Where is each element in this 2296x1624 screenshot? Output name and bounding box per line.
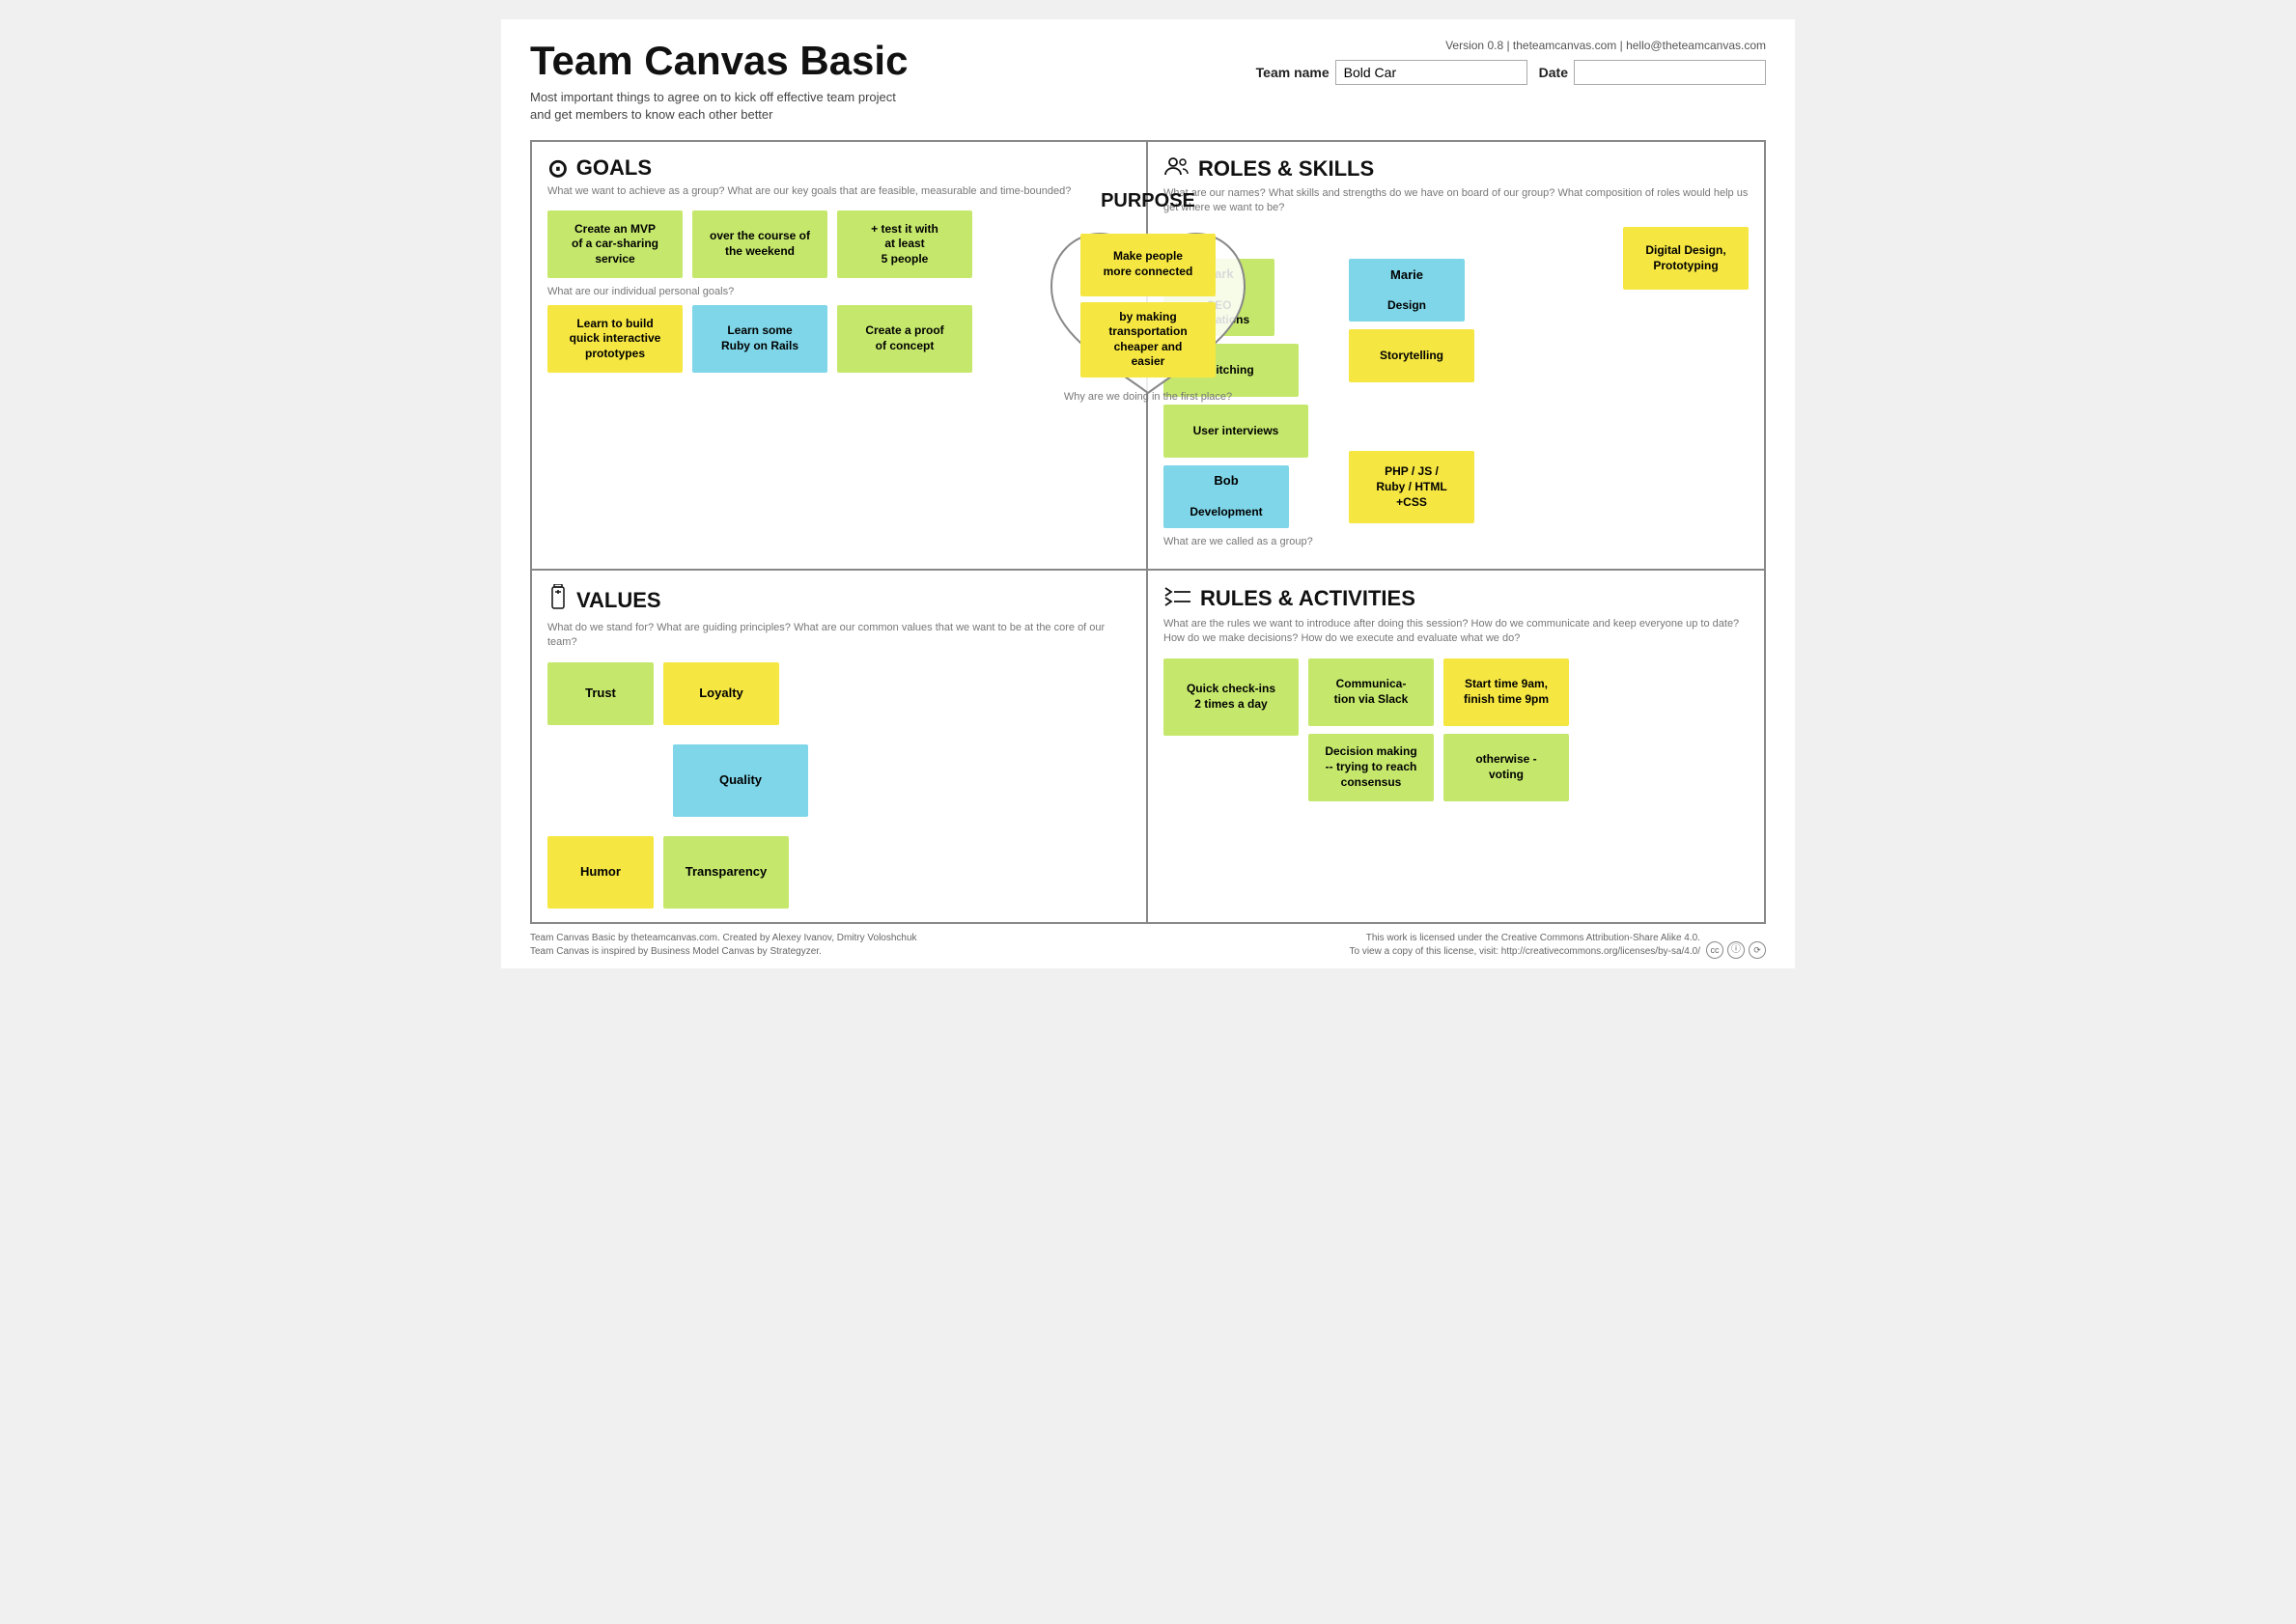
rules-description: What are the rules we want to introduce … [1163,617,1749,647]
goals-section: ⊙ GOALS What we want to achieve as a gro… [532,142,1148,571]
footer-left-line2: Team Canvas is inspired by Business Mode… [530,945,917,959]
roles-description: What are our names? What skills and stre… [1163,186,1749,216]
date-label: Date [1539,65,1568,80]
roles-title: ROLES & SKILLS [1163,155,1749,182]
values-section: VALUES What do we stand for? What are gu… [532,571,1148,922]
goal-note-2: over the course ofthe weekend [692,210,827,278]
value-humor: Humor [547,836,654,909]
value-quality: Quality [673,744,808,817]
skill-php: PHP / JS /Ruby / HTML+CSS [1349,451,1474,523]
footer-right-text: This work is licensed under the Creative… [1350,932,1701,959]
page: Team Canvas Basic Most important things … [501,19,1795,968]
date-group: Date [1539,60,1766,85]
rule-decision: Decision making-- trying to reachconsens… [1308,734,1434,801]
footer-left-line1: Team Canvas Basic by theteamcanvas.com. … [530,932,917,945]
header: Team Canvas Basic Most important things … [530,39,1766,125]
rule-communication: Communica-tion via Slack [1308,658,1434,726]
share-icon: ⟳ [1749,941,1766,959]
skill-user-interviews: User interviews [1163,405,1308,458]
footer: Team Canvas Basic by theteamcanvas.com. … [530,932,1766,959]
value-transparency: Transparency [663,836,789,909]
footer-right: This work is licensed under the Creative… [1350,932,1767,959]
canvas: ⊙ GOALS What we want to achieve as a gro… [530,140,1766,924]
date-input[interactable] [1574,60,1766,85]
individual-goal-3: Create a proofof concept [837,305,972,373]
individual-goal-1: Learn to buildquick interactiveprototype… [547,305,683,373]
individual-goals-row: Learn to buildquick interactiveprototype… [547,305,1131,373]
value-loyalty: Loyalty [663,662,779,725]
page-title: Team Canvas Basic [530,39,908,83]
skill-storytelling: Storytelling [1349,329,1474,382]
goals-title: ⊙ GOALS [547,155,1131,181]
skill-digital-design: Digital Design,Prototyping [1507,227,1749,297]
roles-icon [1163,155,1190,182]
team-name-group: Team name [1256,60,1527,85]
goal-note-1: Create an MVPof a car-sharingservice [547,210,683,278]
goals-icon: ⊙ [547,155,569,181]
rules-section: RULES & ACTIVITIES What are the rules we… [1148,571,1764,922]
goal-note-3: + test it withat least5 people [837,210,972,278]
person-bob: BobDevelopment [1163,465,1289,528]
values-description: What do we stand for? What are guiding p… [547,621,1131,651]
team-name-label: Team name [1256,65,1330,80]
rule-quick-checkins: Quick check-ins2 times a day [1163,658,1299,736]
cc-icon: cc [1706,941,1723,959]
team-name-input[interactable] [1335,60,1527,85]
info-icon: ⓘ [1727,941,1745,959]
rules-title: RULES & ACTIVITIES [1163,584,1749,613]
footer-left: Team Canvas Basic by theteamcanvas.com. … [530,932,917,959]
roles-section: ROLES & SKILLS What are our names? What … [1148,142,1764,571]
group-name-label: What are we called as a group? [1163,536,1749,547]
roles-right-col: MarieDesign Storytelling PHP / JS /Ruby … [1349,259,1474,523]
roles-content: MarkCEOOperations Pitching User intervie… [1163,259,1749,528]
rules-far-col: Start time 9am,finish time 9pm otherwise… [1443,658,1569,801]
roles-left-col: MarkCEOOperations Pitching User intervie… [1163,259,1308,528]
skill-pitching: Pitching [1163,344,1299,397]
header-right: Version 0.8 | theteamcanvas.com | hello@… [1256,39,1766,85]
individual-goal-2: Learn someRuby on Rails [692,305,827,373]
value-trust: Trust [547,662,654,725]
page-subtitle: Most important things to agree on to kic… [530,89,908,124]
footer-icons: cc ⓘ ⟳ [1706,941,1766,959]
individual-goals-label: What are our individual personal goals? [547,286,1131,297]
rules-right-col: Communica-tion via Slack Decision making… [1308,658,1434,801]
rules-grid: Quick check-ins2 times a day Communica-t… [1163,658,1749,801]
person-mark: MarkCEOOperations [1163,259,1274,336]
rule-start-time: Start time 9am,finish time 9pm [1443,658,1569,726]
goals-description: What we want to achieve as a group? What… [547,184,1131,199]
group-goals-row: Create an MVPof a car-sharingservice ove… [547,210,1131,278]
header-meta: Version 0.8 | theteamcanvas.com | hello@… [1445,39,1766,52]
rule-voting: otherwise -voting [1443,734,1569,801]
values-icon [547,584,569,617]
header-left: Team Canvas Basic Most important things … [530,39,908,125]
values-grid: Trust Loyalty Quality Humor Transparency [547,662,1131,909]
rules-icon [1163,584,1192,613]
person-marie: MarieDesign [1349,259,1465,322]
header-fields: Team name Date [1256,60,1766,85]
values-title: VALUES [547,584,1131,617]
